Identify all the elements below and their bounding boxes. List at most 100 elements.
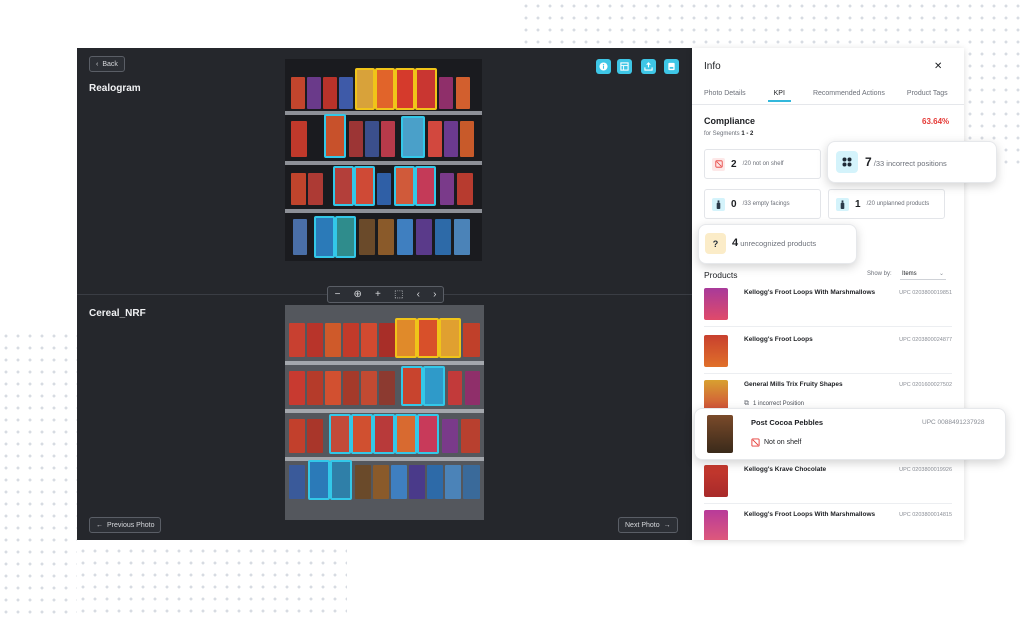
highlight-box[interactable] <box>395 318 417 358</box>
highlight-box[interactable] <box>395 68 415 110</box>
back-button-label: Back <box>102 60 118 68</box>
previous-photo-button[interactable]: ← Previous Photo <box>89 517 162 533</box>
highlight-box[interactable] <box>417 414 439 454</box>
highlight-box[interactable] <box>324 114 346 158</box>
not-on-shelf-icon <box>712 157 725 171</box>
incorrect-position-note: ⧉ 1 incorrect Position <box>744 400 805 407</box>
show-by-select[interactable]: Items ⌄ <box>900 268 946 280</box>
dot-pattern-bottom-left <box>0 330 77 617</box>
product-thumbnail <box>704 288 728 320</box>
minus-icon[interactable]: − <box>335 289 341 300</box>
realogram-title: Realogram <box>89 83 141 94</box>
arrow-left-icon: ← <box>96 521 103 529</box>
highlight-box[interactable] <box>415 166 436 206</box>
plus-icon[interactable]: + <box>375 289 381 300</box>
highlight-box[interactable] <box>330 460 352 500</box>
select-icon[interactable]: ⬚ <box>394 289 403 300</box>
highlight-box[interactable] <box>354 166 375 206</box>
plano-row-1 <box>285 318 484 359</box>
highlight-box[interactable] <box>439 318 461 358</box>
highlight-box[interactable] <box>333 166 354 206</box>
show-by-label: Show by: <box>867 271 892 277</box>
unrecognized-products-callout[interactable]: ? 4 unrecognized products <box>698 224 857 264</box>
list-item[interactable]: Kellogg's Froot Loops With Marshmallows … <box>704 506 952 540</box>
tab-kpi[interactable]: KPI <box>767 90 791 102</box>
list-item[interactable]: Kellogg's Krave Chocolate UPC 0203800019… <box>704 461 952 504</box>
chevron-right-icon[interactable]: › <box>433 289 436 300</box>
shelf-row-2 <box>285 114 482 159</box>
plano-row-4 <box>285 460 484 501</box>
save-icon <box>668 62 675 71</box>
list-item[interactable]: Kellogg's Froot Loops With Marshmallows … <box>704 284 952 327</box>
compliance-value: 63.64% <box>922 117 950 126</box>
layout-button[interactable] <box>617 59 632 74</box>
bottle-icon <box>712 197 725 211</box>
product-name: Post Cocoa Pebbles <box>751 418 824 427</box>
highlight-box[interactable] <box>335 216 356 258</box>
next-photo-button[interactable]: Next Photo → <box>618 517 678 533</box>
compliance-segments: for Segments 1 - 2 <box>704 131 754 137</box>
list-item[interactable]: Kellogg's Froot Loops UPC 0203800024877 <box>704 331 952 374</box>
realogram-image[interactable] <box>285 59 482 261</box>
back-button[interactable]: ‹ Back <box>89 56 125 72</box>
chevron-down-icon: ⌄ <box>938 271 944 277</box>
product-thumbnail <box>704 510 728 540</box>
products-title: Products <box>704 270 738 280</box>
not-on-shelf-callout[interactable]: Post Cocoa Pebbles UPC 0088491237928 Not… <box>694 408 1006 460</box>
planogram-title: Cereal_NRF <box>89 308 146 319</box>
chevron-left-icon: ‹ <box>96 60 99 68</box>
position-icon: ⧉ <box>744 400 749 407</box>
tab-product-tags[interactable]: Product Tags <box>907 90 948 102</box>
planogram-image[interactable] <box>285 305 484 520</box>
info-panel: Info ✕ Photo Details KPI Recommended Act… <box>692 48 964 540</box>
incorrect-positions-callout[interactable]: 7 /33 incorrect positions <box>827 141 997 183</box>
not-on-shelf-note: Not on shelf <box>751 438 801 447</box>
product-thumbnail <box>704 335 728 367</box>
dot-pattern-bottom <box>77 545 347 617</box>
product-upc: UPC 0088491237928 <box>922 419 985 426</box>
tab-photo-details[interactable]: Photo Details <box>704 90 746 102</box>
layout-icon <box>620 62 629 71</box>
highlight-box[interactable] <box>423 366 445 406</box>
save-button[interactable] <box>664 59 679 74</box>
highlight-box[interactable] <box>308 460 330 500</box>
chevron-left-icon[interactable]: ‹ <box>417 289 420 300</box>
shelf-row-1 <box>285 67 482 110</box>
shelf-row-4 <box>285 213 482 259</box>
highlight-box[interactable] <box>314 216 335 258</box>
info-button[interactable] <box>596 59 611 74</box>
info-icon <box>599 62 608 71</box>
compliance-title: Compliance <box>704 116 756 126</box>
panel-tabs: Photo Details KPI Recommended Actions Pr… <box>704 90 948 102</box>
upload-icon <box>644 62 653 71</box>
highlight-box[interactable] <box>373 414 395 454</box>
highlight-box[interactable] <box>355 68 375 110</box>
plano-row-3 <box>285 413 484 455</box>
panel-title: Info <box>704 61 721 72</box>
unrecognized-icon: ? <box>705 233 726 254</box>
kpi-unplanned-products[interactable]: 1 /20 unplanned products <box>828 189 945 219</box>
highlight-box[interactable] <box>394 166 415 206</box>
kpi-empty-facings[interactable]: 0 /33 empty facings <box>704 189 821 219</box>
highlight-box[interactable] <box>375 68 395 110</box>
zoom-toolbar: − ⊕ + ⬚ ‹ › <box>327 286 444 303</box>
highlight-box[interactable] <box>329 414 351 454</box>
highlight-box[interactable] <box>351 414 373 454</box>
highlight-box[interactable] <box>401 116 425 158</box>
product-thumbnail <box>704 465 728 497</box>
not-on-shelf-icon <box>751 438 760 447</box>
upload-button[interactable] <box>641 59 656 74</box>
tab-recommended-actions[interactable]: Recommended Actions <box>813 90 885 102</box>
kpi-not-on-shelf[interactable]: 2 /20 not on shelf <box>704 149 821 179</box>
next-photo-label: Next Photo <box>625 521 660 529</box>
highlight-box[interactable] <box>395 414 417 454</box>
highlight-box[interactable] <box>417 318 439 358</box>
highlight-box[interactable] <box>415 68 437 110</box>
shelf-row-3 <box>285 165 482 207</box>
plano-row-2 <box>285 365 484 407</box>
close-icon[interactable]: ✕ <box>934 61 942 72</box>
incorrect-positions-icon <box>836 151 858 173</box>
previous-photo-label: Previous Photo <box>107 521 155 529</box>
highlight-box[interactable] <box>401 366 423 406</box>
zoom-icon[interactable]: ⊕ <box>354 289 362 300</box>
